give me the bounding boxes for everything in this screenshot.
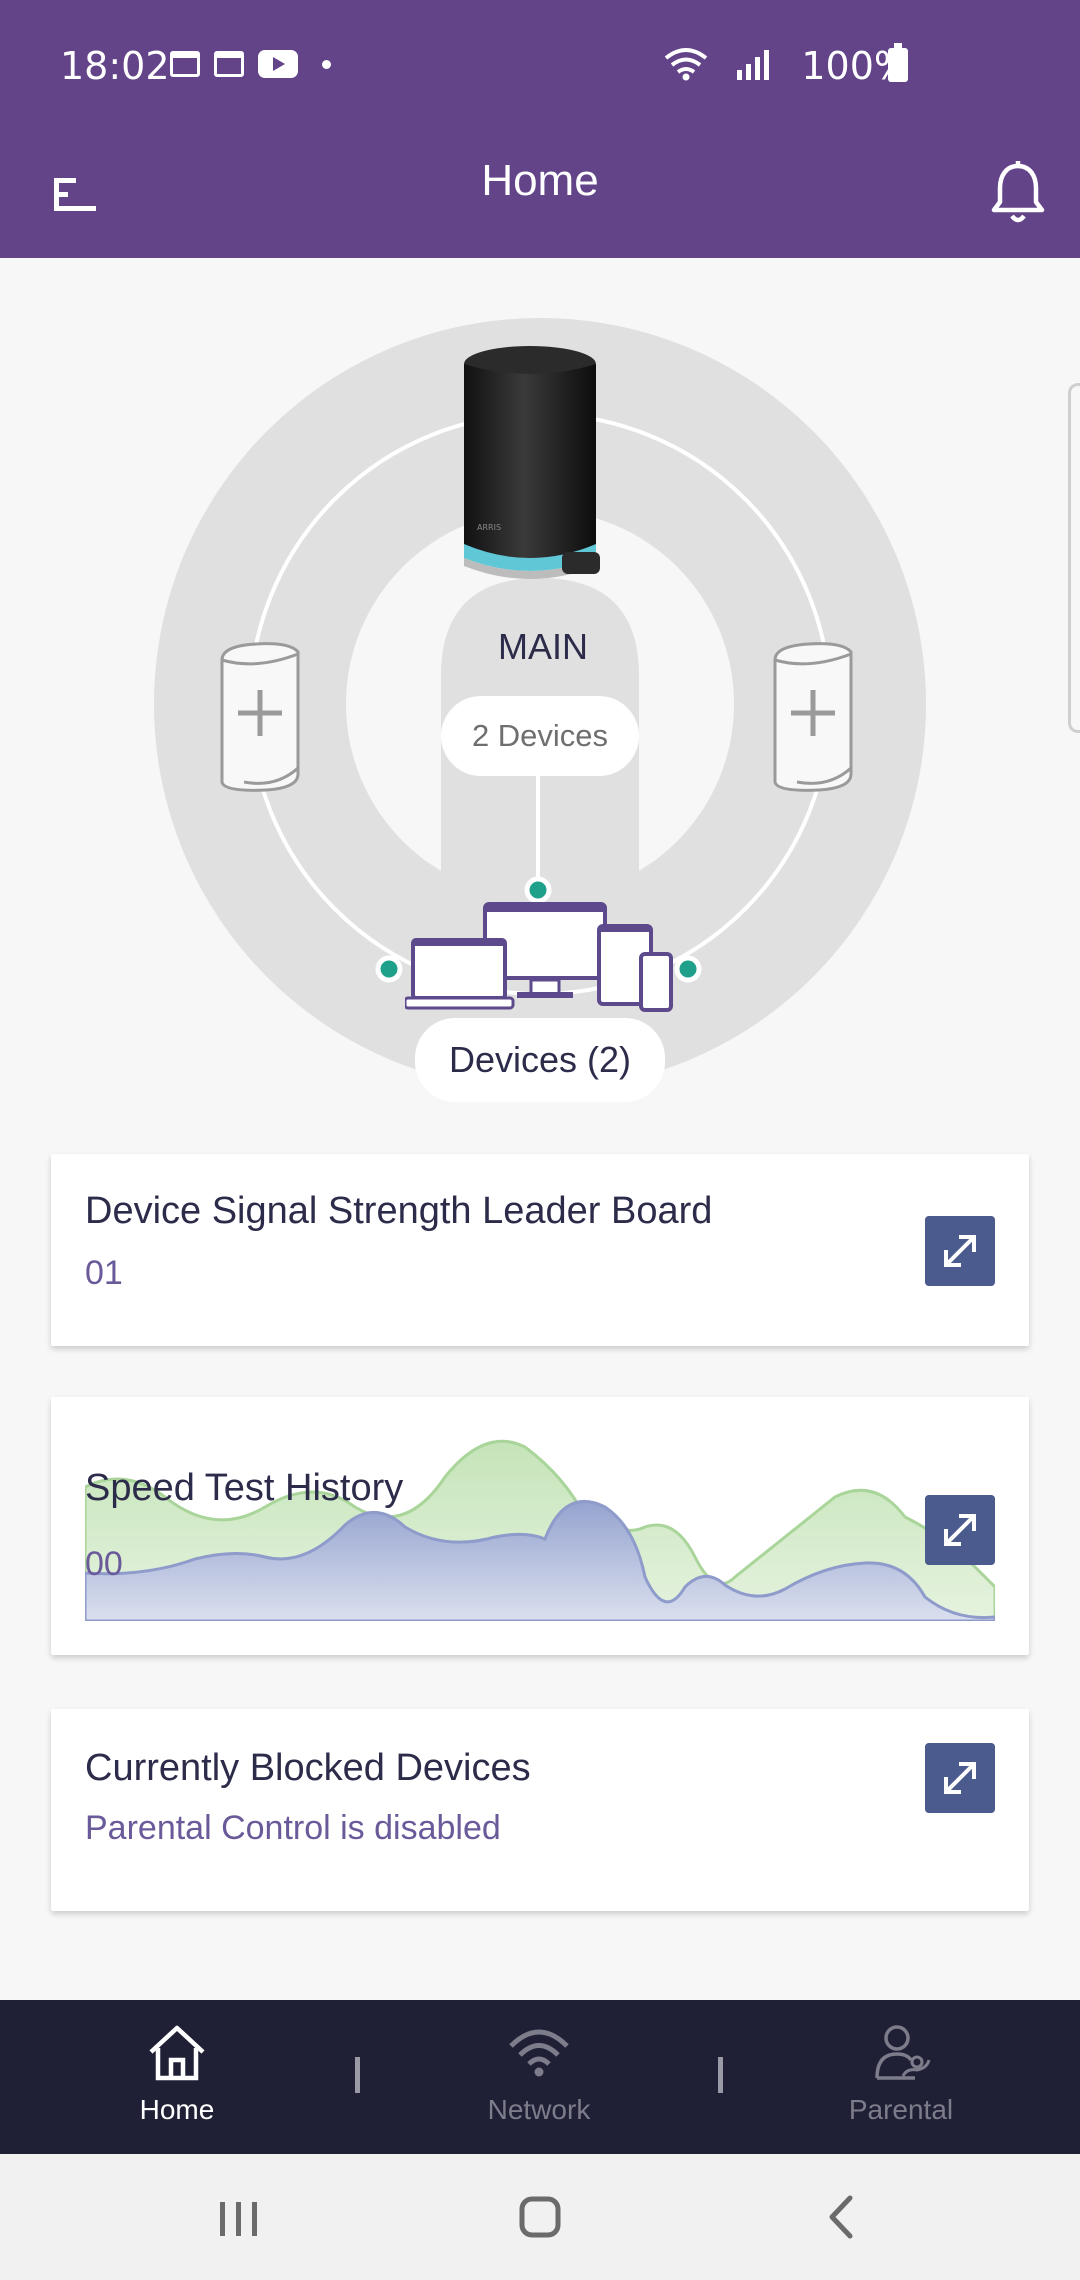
speed-test-wave-graphic	[85, 1439, 995, 1621]
main-device-count[interactable]: 2 Devices	[441, 696, 639, 776]
app-bar: Home	[0, 134, 1080, 258]
nav-divider	[355, 2057, 360, 2093]
home-button-icon[interactable]	[505, 2182, 575, 2252]
back-icon[interactable]	[808, 2182, 878, 2252]
status-time: 18:02	[60, 44, 170, 88]
card-title: Speed Test History	[85, 1467, 404, 1509]
svg-text:ARRIS: ARRIS	[477, 523, 501, 532]
card-title: Currently Blocked Devices	[85, 1747, 531, 1789]
calendar-icon	[214, 51, 244, 77]
card-value: 01	[85, 1254, 123, 1292]
signal-leader-board-card[interactable]: Device Signal Strength Leader Board 01	[51, 1154, 1029, 1346]
battery-icon	[888, 43, 908, 82]
status-notification-icons	[170, 50, 331, 78]
devices-button[interactable]: Devices (2)	[415, 1018, 665, 1102]
devices-illustration[interactable]	[405, 902, 685, 1022]
nav-item-parental[interactable]: Parental	[751, 2000, 1051, 2154]
expand-icon[interactable]	[925, 1495, 995, 1565]
nav-item-home[interactable]: Home	[27, 2000, 327, 2154]
add-satellite-left-icon[interactable]	[216, 642, 304, 792]
dot-icon	[322, 59, 331, 69]
nav-item-network[interactable]: Network	[389, 2000, 689, 2154]
side-drawer-handle[interactable]	[1068, 383, 1080, 733]
card-title: Device Signal Strength Leader Board	[85, 1190, 713, 1232]
calendar-icon	[170, 51, 200, 77]
add-satellite-right-icon[interactable]	[769, 642, 857, 792]
nav-label: Parental	[848, 2094, 954, 2125]
wifi-status-icon	[664, 48, 708, 81]
bell-icon[interactable]	[986, 158, 1050, 228]
recent-apps-icon[interactable]	[204, 2182, 274, 2252]
bottom-navigation: Home Network Parental	[0, 2000, 1080, 2154]
speed-test-history-card[interactable]: Speed Test History 00	[51, 1397, 1029, 1655]
wifi-icon	[509, 2029, 569, 2077]
expand-icon[interactable]	[925, 1743, 995, 1813]
mesh-network-diagram: ARRIS MAIN 2 Devices Devices (2)	[0, 258, 1080, 1138]
youtube-icon	[258, 50, 298, 78]
parental-icon	[875, 2025, 931, 2080]
main-router-label: MAIN	[498, 626, 588, 667]
blocked-devices-card[interactable]: Currently Blocked Devices Parental Contr…	[51, 1709, 1029, 1911]
page-title: Home	[481, 156, 599, 205]
status-bar: 18:02 100%	[0, 0, 1080, 134]
system-navigation-bar	[0, 2154, 1080, 2280]
main-router-image[interactable]: ARRIS	[455, 344, 605, 594]
card-value: 00	[85, 1545, 123, 1583]
nav-label: Home	[139, 2094, 215, 2125]
expand-icon[interactable]	[925, 1216, 995, 1286]
nav-label: Network	[487, 2094, 591, 2125]
nav-divider	[718, 2057, 723, 2093]
signal-icon	[737, 50, 769, 80]
home-icon	[149, 2025, 205, 2081]
card-value: Parental Control is disabled	[85, 1809, 501, 1847]
